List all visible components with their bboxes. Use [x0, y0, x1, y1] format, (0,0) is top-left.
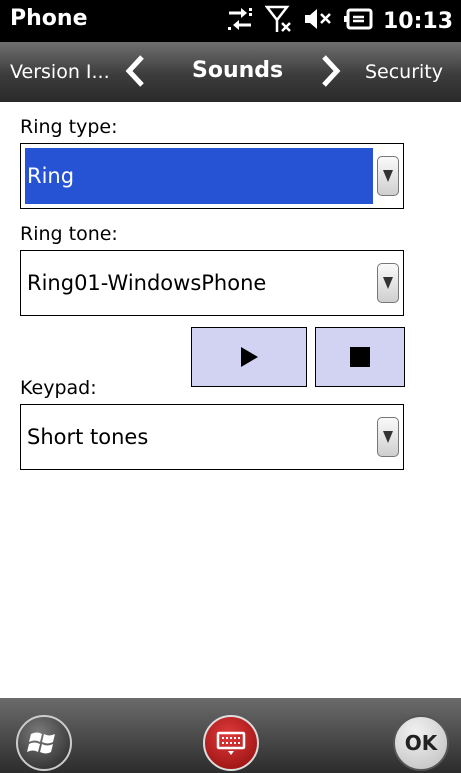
clock: 10:13 — [382, 8, 453, 34]
no-signal-icon — [264, 4, 293, 38]
keypad-dropdown[interactable]: Short tones — [20, 404, 404, 470]
ring-type-value: Ring — [25, 148, 373, 204]
keyboard-icon — [216, 731, 246, 755]
tab-security[interactable]: Security — [365, 61, 443, 83]
ring-type-dropdown[interactable]: Ring — [20, 143, 404, 209]
ring-tone-value: Ring01-WindowsPhone — [27, 271, 267, 295]
settings-tab-bar: Version I... Sounds Security — [0, 42, 461, 102]
bottom-bar: OK — [0, 698, 461, 773]
start-button[interactable] — [16, 715, 72, 771]
play-button[interactable] — [191, 327, 307, 387]
ok-label: OK — [404, 731, 438, 755]
keypad-value: Short tones — [27, 425, 149, 449]
stop-icon — [350, 347, 370, 367]
keypad-label: Keypad: — [20, 377, 97, 399]
ok-button[interactable]: OK — [393, 715, 449, 771]
chevron-left-icon[interactable] — [122, 54, 148, 92]
app-title: Phone — [10, 6, 88, 31]
stop-button[interactable] — [315, 327, 405, 387]
status-bar: Phone 10:13 — [0, 0, 461, 42]
speaker-muted-icon — [303, 7, 333, 35]
tab-version-info[interactable]: Version I... — [10, 61, 110, 83]
battery-charging-icon — [343, 8, 373, 34]
status-icons: 10:13 — [225, 4, 453, 38]
data-connection-icon — [225, 6, 255, 36]
dropdown-arrow-icon[interactable] — [377, 156, 399, 196]
ring-type-label: Ring type: — [20, 116, 118, 138]
chevron-right-icon[interactable] — [318, 54, 344, 92]
dropdown-arrow-icon[interactable] — [377, 263, 399, 303]
tab-sounds: Sounds — [192, 58, 284, 83]
play-icon — [241, 347, 258, 367]
input-panel-button[interactable] — [203, 715, 259, 771]
windows-logo-icon — [27, 732, 55, 754]
dropdown-arrow-icon[interactable] — [377, 417, 399, 457]
ring-tone-label: Ring tone: — [20, 223, 118, 245]
ring-tone-dropdown[interactable]: Ring01-WindowsPhone — [20, 250, 404, 316]
